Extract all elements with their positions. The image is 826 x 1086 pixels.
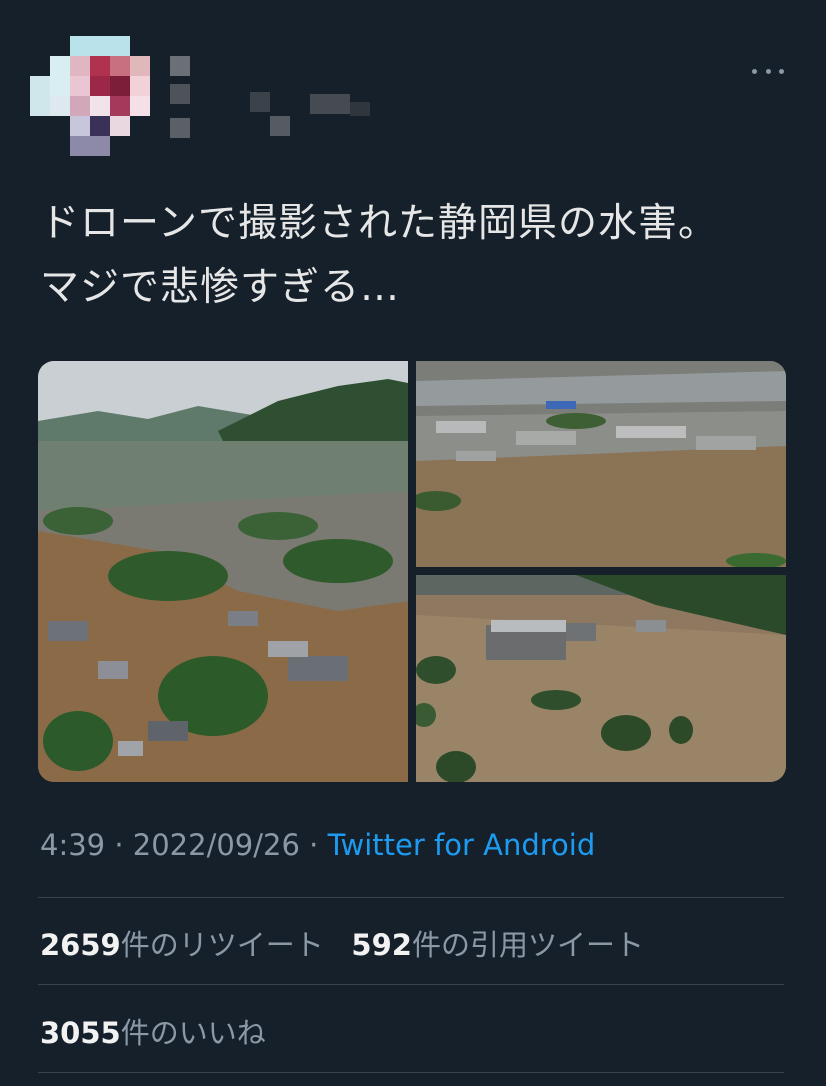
photo-flooded-town[interactable] (416, 361, 786, 567)
quotes-label: 件の引用ツイート (411, 928, 644, 962)
divider (38, 1072, 784, 1073)
tweet-date[interactable]: 2022/09/26 (133, 828, 300, 862)
divider (38, 897, 784, 898)
tweet-time[interactable]: 4:39 (40, 828, 105, 862)
quotes-link[interactable]: 592件の引用ツイート (351, 928, 644, 962)
meta-separator-2: · (309, 828, 319, 862)
author-name-redacted[interactable] (170, 56, 370, 138)
photo-flooded-river[interactable] (416, 575, 786, 782)
divider (38, 984, 784, 985)
retweet-stats: 2659件のリツイート 592件の引用ツイート (40, 922, 644, 964)
photo-flooded-valley[interactable] (38, 361, 408, 782)
meta-separator: · (114, 828, 124, 862)
quotes-count: 592 (351, 928, 412, 962)
likes-count: 3055 (40, 1016, 121, 1050)
tweet-text: ドローンで撮影された静岡県の水害。 マジで悲惨すぎる… (40, 192, 800, 320)
more-horizontal-icon[interactable] (752, 56, 784, 86)
tweet-text-line-1: ドローンで撮影された静岡県の水害。 (40, 201, 719, 246)
media-grid (38, 361, 786, 782)
retweets-count: 2659 (40, 928, 121, 962)
likes-label: 件のいいね (120, 1016, 266, 1050)
retweets-label: 件のリツイート (120, 928, 324, 962)
tweet-text-line-2: マジで悲惨すぎる… (40, 265, 401, 310)
tweet-meta: 4:39 · 2022/09/26 · Twitter for Android (40, 828, 595, 862)
tweet-source-link[interactable]: Twitter for Android (328, 828, 596, 862)
retweets-link[interactable]: 2659件のリツイート (40, 928, 324, 962)
likes-stats[interactable]: 3055件のいいね (40, 1010, 266, 1052)
avatar[interactable] (30, 36, 150, 156)
